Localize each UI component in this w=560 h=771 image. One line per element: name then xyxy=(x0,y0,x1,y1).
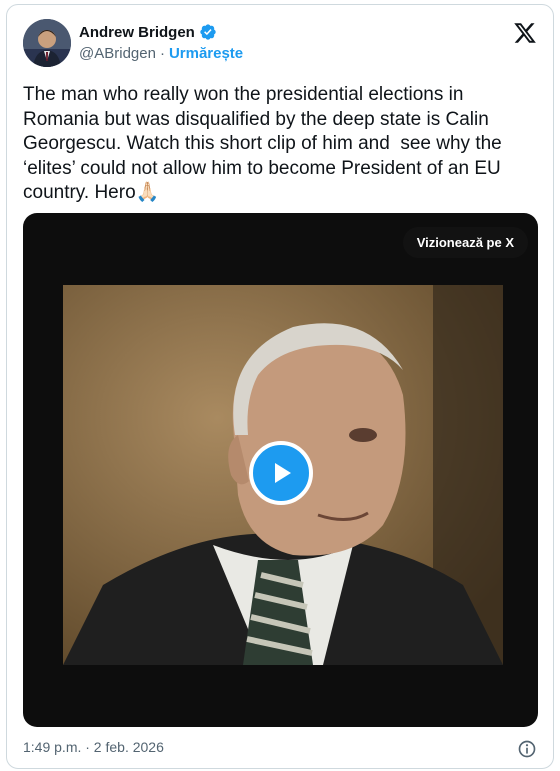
x-logo-icon[interactable] xyxy=(513,21,537,45)
watch-on-x-button[interactable]: Vizionează pe X xyxy=(402,227,528,258)
video-player[interactable]: Vizionează pe X xyxy=(23,213,538,727)
follow-button[interactable]: Urmărește xyxy=(169,45,243,62)
handle-row: @ABridgen · Urmărește xyxy=(79,45,243,62)
separator: · xyxy=(159,45,165,62)
tweet-header: Andrew Bridgen @ABridgen · Urmărește xyxy=(23,19,537,71)
play-button[interactable] xyxy=(249,441,313,505)
info-icon[interactable] xyxy=(517,739,537,759)
name-row: Andrew Bridgen xyxy=(79,23,217,41)
handle[interactable]: @ABridgen xyxy=(79,45,156,62)
verified-badge-icon xyxy=(200,24,216,40)
play-icon xyxy=(275,463,291,483)
timestamp[interactable]: 1:49 p.m. · 2 feb. 2026 xyxy=(23,739,164,755)
tweet-footer: 1:49 p.m. · 2 feb. 2026 xyxy=(23,739,537,761)
tweet-card: Andrew Bridgen @ABridgen · Urmărește The… xyxy=(6,4,554,769)
avatar[interactable] xyxy=(23,19,71,67)
display-name[interactable]: Andrew Bridgen xyxy=(79,24,195,41)
tweet-text: The man who really won the presidential … xyxy=(23,84,508,203)
